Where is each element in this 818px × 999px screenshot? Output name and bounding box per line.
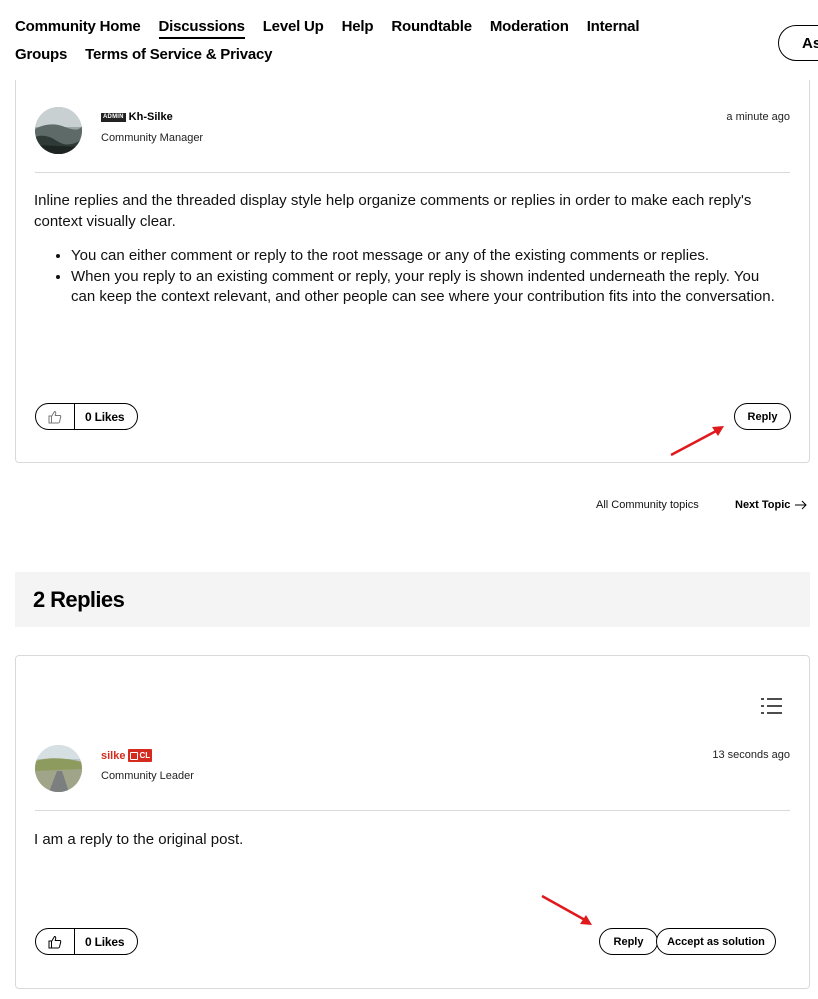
post-paragraph: Inline replies and the threaded display … (34, 192, 752, 230)
thumbs-up-icon (48, 935, 62, 948)
replies-count-heading: 2 Replies (33, 587, 125, 612)
author-line: ADMIN Kh-Silke (101, 111, 173, 123)
admin-badge: ADMIN (101, 112, 126, 122)
reply-timestamp: 13 seconds ago (712, 749, 790, 761)
arrow-right-icon (795, 500, 808, 510)
list-item: When you reply to an existing comment or… (71, 267, 779, 308)
reply-reply-button[interactable]: Reply (599, 928, 658, 955)
top-navigation: Community Home Discussions Level Up Help… (15, 18, 655, 74)
reply-divider (35, 810, 790, 811)
reply-card: silke CL Community Leader 13 seconds ago… (15, 655, 810, 989)
reply-author-avatar[interactable] (35, 745, 82, 792)
replies-header: 2 Replies (15, 572, 810, 627)
like-button[interactable] (36, 404, 75, 429)
reply-paragraph: I am a reply to the original post. (34, 831, 244, 848)
nav-row-1: Community Home Discussions Level Up Help… (15, 18, 655, 46)
author-role: Community Manager (101, 132, 204, 144)
all-topics-link[interactable]: All Community topics (596, 499, 699, 511)
next-topic-label: Next Topic (735, 499, 791, 511)
like-count: 0 Likes (85, 409, 125, 424)
nav-discussions[interactable]: Discussions (158, 18, 245, 39)
author-name[interactable]: Kh-Silke (129, 111, 173, 123)
avatar-image (35, 745, 82, 792)
accept-solution-button[interactable]: Accept as solution (656, 928, 776, 955)
reply-author-line: silke CL (101, 749, 153, 762)
nav-level-up[interactable]: Level Up (263, 18, 324, 35)
nav-community-home[interactable]: Community Home (15, 18, 141, 35)
next-topic-link[interactable]: Next Topic (735, 499, 808, 511)
like-control: 0 Likes (35, 403, 138, 430)
nav-row-2: Groups Terms of Service & Privacy (15, 46, 655, 74)
reply-body: I am a reply to the original post. (34, 830, 779, 851)
post-body: Inline replies and the threaded display … (34, 191, 779, 308)
nav-help[interactable]: Help (342, 18, 374, 35)
header-divider (35, 172, 790, 173)
thumbs-up-icon (48, 410, 62, 423)
post-bullet-list: You can either comment or reply to the r… (34, 246, 779, 308)
reply-like-count: 0 Likes (85, 934, 125, 949)
nav-roundtable[interactable]: Roundtable (391, 18, 472, 35)
annotation-arrow-icon (541, 894, 592, 925)
menu-list-icon[interactable] (761, 696, 783, 716)
nav-terms[interactable]: Terms of Service & Privacy (85, 46, 272, 63)
badge-icon (130, 751, 139, 760)
main-post-card: ADMIN Kh-Silke Community Manager a minut… (15, 80, 810, 463)
reply-like-button[interactable] (36, 929, 75, 954)
reply-author-role: Community Leader (101, 770, 194, 782)
nav-groups[interactable]: Groups (15, 46, 67, 63)
ask-button[interactable]: As (778, 25, 818, 61)
community-leader-badge: CL (128, 749, 153, 762)
reply-author-name[interactable]: silke (101, 750, 125, 762)
nav-moderation[interactable]: Moderation (490, 18, 569, 35)
reply-button[interactable]: Reply (734, 403, 791, 430)
author-avatar[interactable] (35, 107, 82, 154)
nav-internal[interactable]: Internal (587, 18, 640, 35)
avatar-image (35, 107, 82, 154)
annotation-arrow-icon (670, 426, 724, 457)
reply-like-control: 0 Likes (35, 928, 138, 955)
post-timestamp: a minute ago (726, 111, 790, 123)
badge-label: CL (139, 751, 151, 760)
list-item: You can either comment or reply to the r… (71, 246, 779, 267)
